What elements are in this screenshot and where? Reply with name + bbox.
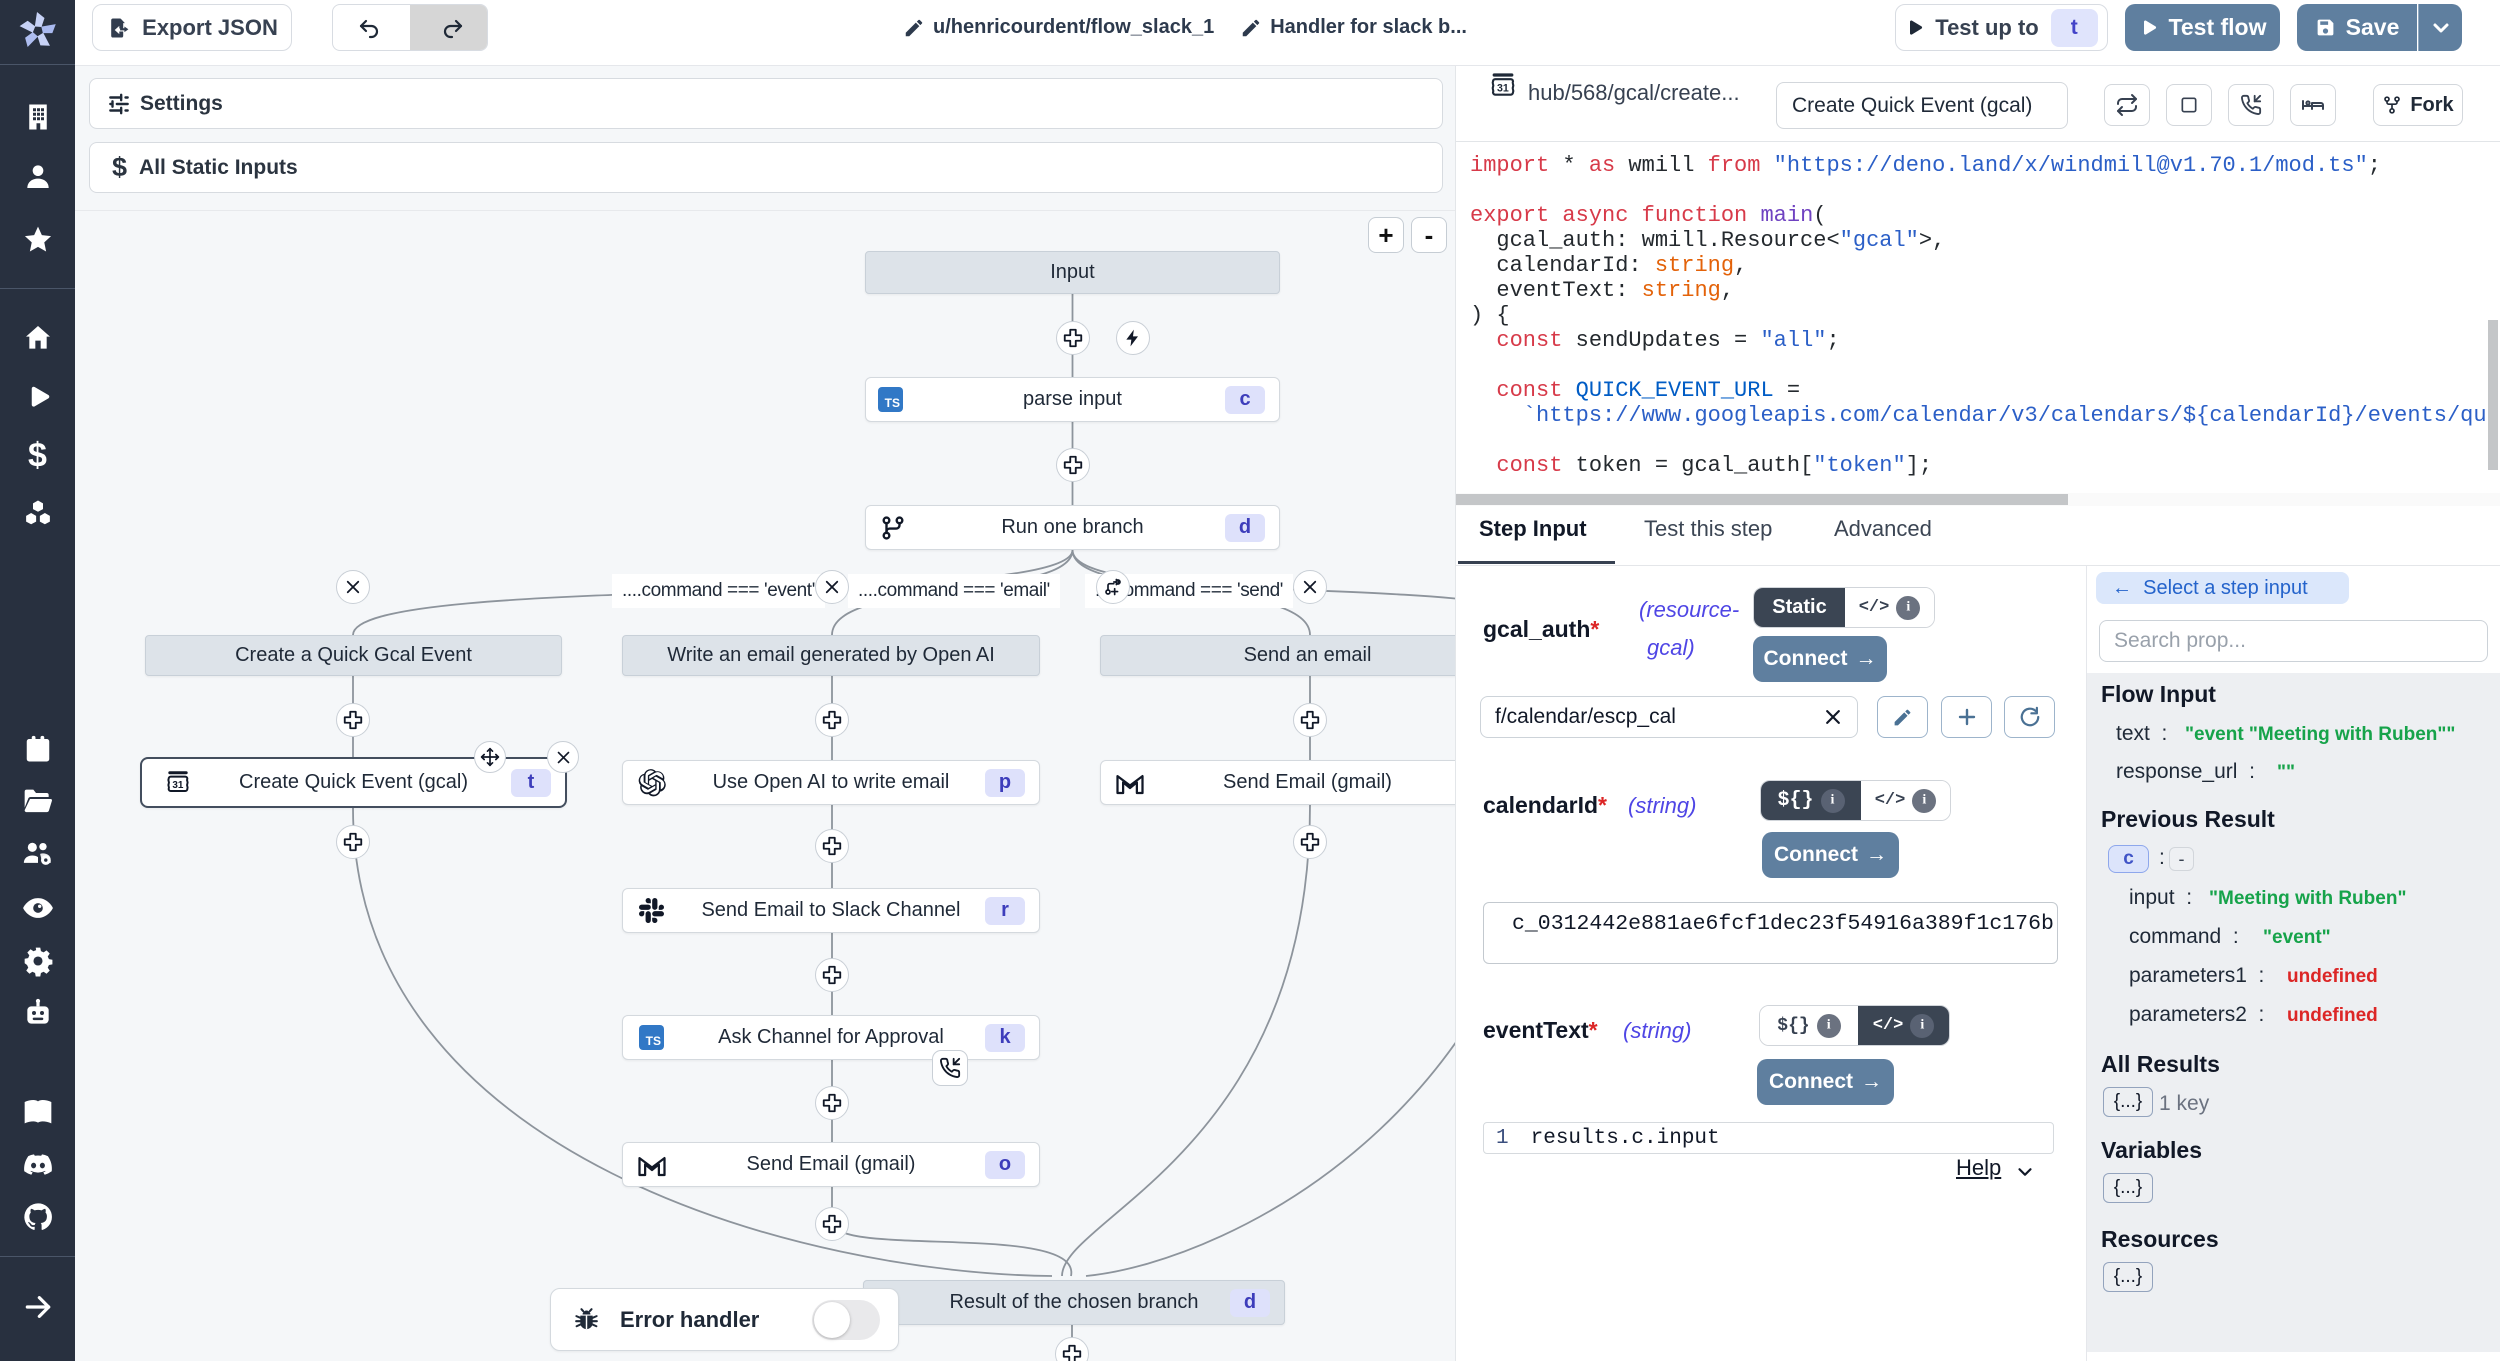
svg-text:31: 31 (172, 780, 184, 791)
svg-text:31: 31 (1497, 82, 1509, 94)
